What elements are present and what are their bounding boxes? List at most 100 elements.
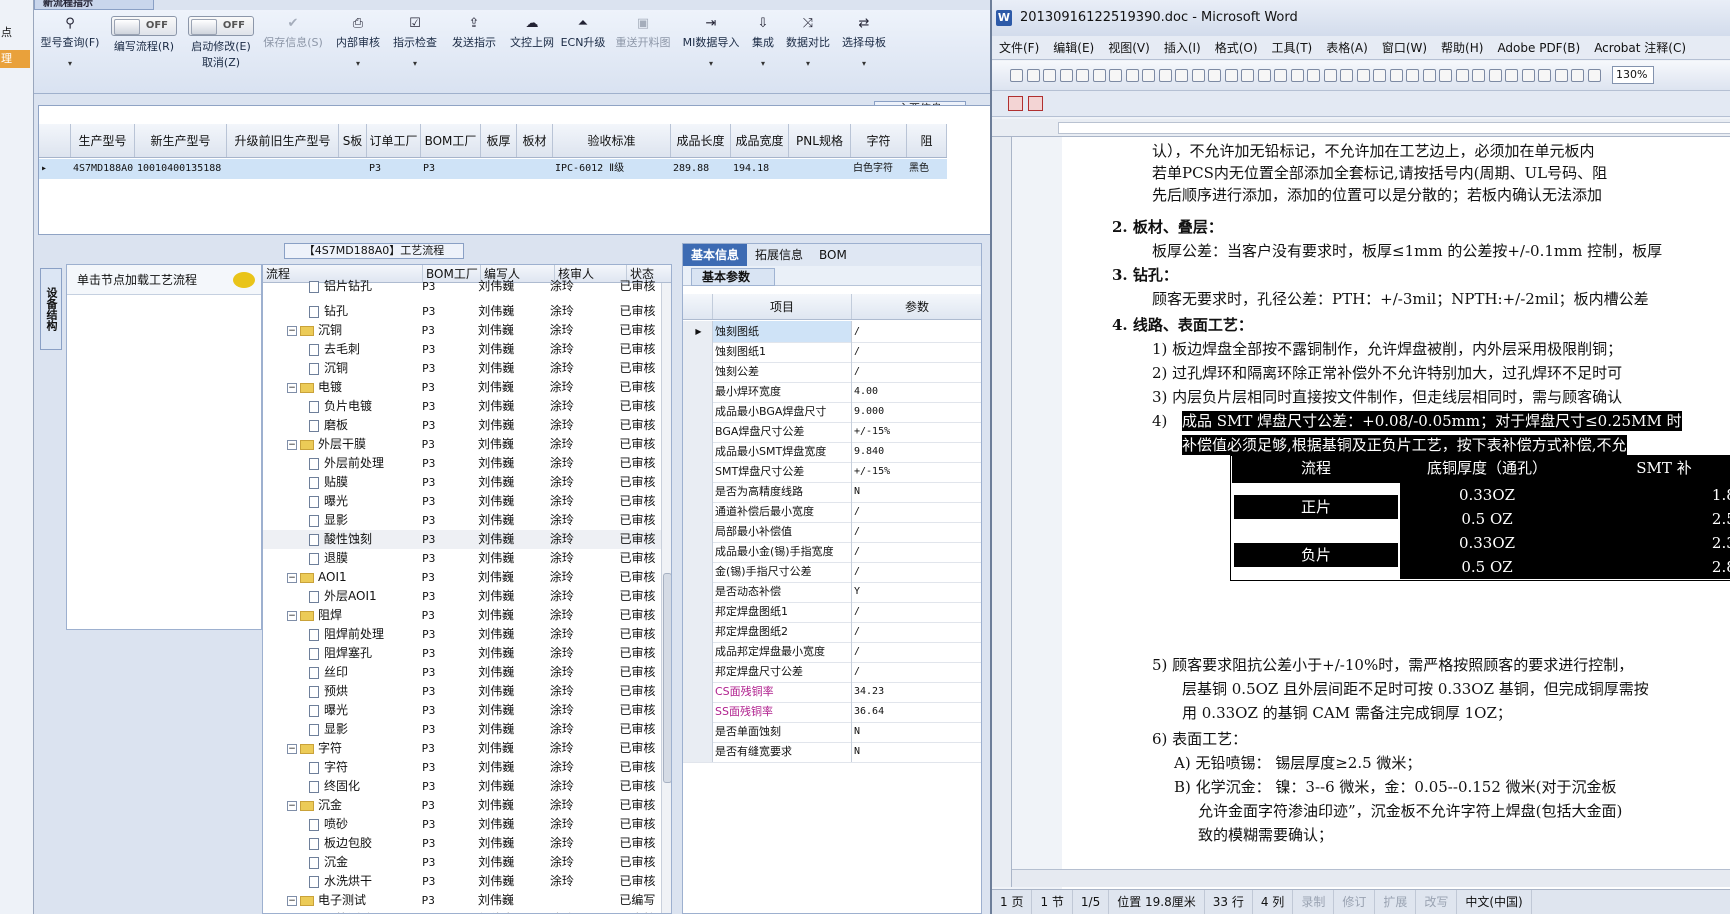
param-value[interactable]: / [852, 361, 981, 382]
toolbar-icon[interactable] [1505, 69, 1518, 82]
param-row[interactable]: 金(锡)手指尺寸公差 / [683, 561, 981, 583]
toolbar-button-1[interactable]: OFF 编写流程(R) [108, 16, 180, 86]
param-tab-0[interactable]: 基本信息 [683, 244, 748, 266]
grid-col-13[interactable]: 阻 [907, 124, 947, 157]
chevron-down-icon[interactable]: ▾ [782, 59, 834, 68]
tree-row[interactable]: − 沉金 P3 刘伟巍 涂玲 已审核 [263, 796, 661, 815]
tree-row[interactable]: 显影 P3 刘伟巍 涂玲 已审核 [263, 720, 661, 739]
pdf-icon[interactable] [1028, 96, 1043, 111]
toolbar-icon[interactable] [1274, 69, 1287, 82]
grid-cell-4[interactable]: P3 [367, 159, 421, 179]
toggle-switch-1[interactable]: OFF [111, 16, 177, 36]
param-row[interactable]: 是否单面蚀刻 N [683, 721, 981, 743]
tree-row[interactable]: − 电子测试 P3 刘伟巍 已编写 [263, 891, 661, 910]
grid-col-6[interactable]: 板厚 [481, 124, 517, 157]
param-tab-1[interactable]: 拓展信息 [747, 244, 811, 266]
param-row[interactable]: CS面残铜率 34.23 [683, 681, 981, 703]
toolbar-icon[interactable] [1175, 69, 1188, 82]
param-row[interactable]: 成品最小BGA焊盘尺寸 9.000 [683, 401, 981, 423]
word-horizontal-scrollbar[interactable] [1012, 869, 1730, 887]
grid-cell-3[interactable] [339, 159, 367, 179]
word-menu-0[interactable]: 文件(F) [992, 36, 1046, 59]
toolbar-button-3[interactable]: ✔ 保存信息(S) [258, 16, 328, 86]
status-item-1[interactable]: 1 节 [1032, 890, 1073, 914]
toolbar-button-9[interactable]: ▣ 重送开料图 [612, 16, 674, 86]
tree-row[interactable]: 阻焊前处理 P3 刘伟巍 涂玲 已审核 [263, 625, 661, 644]
grid-col-3[interactable]: S板 [339, 124, 367, 157]
grid-cell-0[interactable]: 4S7MD188A0 [71, 159, 135, 179]
toolbar-button-4[interactable]: ⎙ 内部审核 ▾ [332, 16, 384, 86]
toolbar-icon[interactable] [1208, 69, 1221, 82]
toolbar-icon[interactable] [1389, 69, 1403, 82]
tree-row[interactable]: 水洗烘干 P3 刘伟巍 涂玲 已审核 [263, 872, 661, 891]
param-value[interactable]: / [852, 621, 981, 642]
chevron-down-icon[interactable]: ▾ [679, 59, 743, 68]
grid-cell-10[interactable]: 194.18 [731, 159, 789, 179]
param-row[interactable]: 成品邦定焊盘最小宽度 / [683, 641, 981, 663]
chevron-down-icon[interactable]: ▾ [38, 59, 102, 68]
param-value[interactable]: / [852, 501, 981, 522]
param-row[interactable]: 通道补偿后最小宽度 / [683, 501, 981, 523]
param-row[interactable]: 成品最小金(锡)手指宽度 / [683, 541, 981, 563]
param-row[interactable]: SMT焊盘尺寸公差 +/-15% [683, 461, 981, 483]
grid-cell-11[interactable] [789, 159, 851, 179]
status-item-7[interactable]: 修订 [1334, 890, 1376, 914]
vertical-tab-structure[interactable]: 设备结构 [40, 268, 62, 350]
chat-bubble-icon[interactable] [233, 272, 255, 288]
status-item-3[interactable]: 位置 19.8厘米 [1109, 890, 1205, 914]
toolbar-icon[interactable] [1422, 69, 1436, 82]
param-row[interactable]: 邦定焊盘尺寸公差 / [683, 661, 981, 683]
grid-cell-2[interactable] [227, 159, 339, 179]
collapse-toggle-icon[interactable]: − [287, 743, 297, 754]
tree-row[interactable]: − 阻焊 P3 刘伟巍 涂玲 已审核 [263, 606, 661, 625]
param-value[interactable]: / [852, 661, 981, 682]
param-row[interactable]: ▶ 蚀刻图纸 / [683, 321, 981, 343]
toolbar-icon[interactable] [1521, 69, 1535, 82]
param-value[interactable]: / [852, 641, 981, 662]
param-value[interactable]: N [852, 741, 981, 762]
status-item-4[interactable]: 33 行 [1205, 890, 1253, 914]
tree-row[interactable]: − 沉铜 P3 刘伟巍 涂玲 已审核 [263, 321, 661, 340]
word-menu-7[interactable]: 窗口(W) [1375, 36, 1434, 59]
param-value[interactable]: / [852, 601, 981, 622]
toolbar-button-11[interactable]: ⇩ 集成 ▾ [748, 16, 778, 86]
param-row[interactable]: 局部最小补偿值 / [683, 521, 981, 543]
word-menu-2[interactable]: 视图(V) [1101, 36, 1157, 59]
collapse-toggle-icon[interactable]: − [287, 895, 297, 906]
param-row[interactable]: BGA焊盘尺寸公差 +/-15% [683, 421, 981, 443]
param-value[interactable]: 9.000 [852, 401, 981, 422]
toolbar-icon[interactable] [1076, 69, 1089, 82]
grid-cell-7[interactable] [517, 159, 553, 179]
grid-col-2[interactable]: 升级前旧生产型号 [227, 124, 339, 157]
grid-cell-12[interactable]: 白色字符 [851, 159, 907, 179]
toolbar-icon[interactable] [1455, 69, 1469, 82]
param-row[interactable]: 最小焊环宽度 4.00 [683, 381, 981, 403]
toolbar-icon[interactable] [1554, 69, 1568, 82]
toolbar-icon[interactable] [1307, 69, 1320, 82]
tree-row[interactable]: 板边包胶 P3 刘伟巍 涂玲 已审核 [263, 834, 661, 853]
toolbar-icon[interactable] [1125, 69, 1139, 82]
toolbar-icon[interactable] [1059, 69, 1073, 82]
toolbar-icon[interactable] [1241, 69, 1254, 82]
tree-row[interactable]: 退膜 P3 刘伟巍 涂玲 已审核 [263, 549, 661, 568]
param-value[interactable]: / [852, 561, 981, 582]
param-value[interactable]: / [852, 521, 981, 542]
toolbar-icon[interactable] [1356, 69, 1370, 82]
collapse-toggle-icon[interactable]: − [287, 439, 297, 450]
param-row[interactable]: 蚀刻公差 / [683, 361, 981, 383]
tree-row[interactable]: − 外层干膜 P3 刘伟巍 涂玲 已审核 [263, 435, 661, 454]
param-value[interactable]: 4.00 [852, 381, 981, 402]
tree-row[interactable]: 终固化 P3 刘伟巍 涂玲 已审核 [263, 777, 661, 796]
collapse-toggle-icon[interactable]: − [287, 610, 297, 621]
tree-row[interactable]: 曝光 P3 刘伟巍 涂玲 已审核 [263, 701, 661, 720]
toolbar-icon[interactable] [1488, 69, 1502, 82]
collapse-toggle-icon[interactable]: − [287, 800, 297, 811]
param-row[interactable]: 蚀刻图纸1/ [683, 341, 981, 363]
left-strip-item-2[interactable]: 理 [0, 50, 30, 68]
chevron-down-icon[interactable]: ▾ [748, 59, 778, 68]
param-value[interactable]: / [852, 341, 981, 362]
toolbar-icon[interactable] [1142, 69, 1155, 82]
chevron-down-icon[interactable]: ▾ [838, 59, 890, 68]
toolbar-icon[interactable] [1257, 69, 1271, 82]
toolbar-button-10[interactable]: ⇥ MI数据导入 ▾ [679, 16, 743, 86]
